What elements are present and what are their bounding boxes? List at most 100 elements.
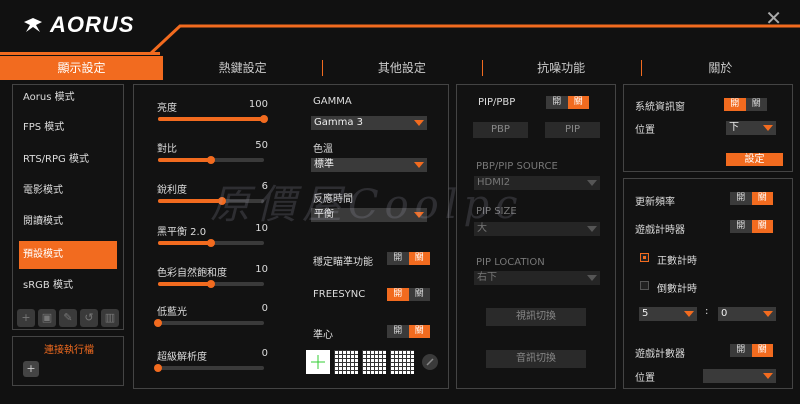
tab-hotkey[interactable]: 熱鍵設定 [163, 56, 322, 80]
pip-button[interactable]: PIP [545, 122, 600, 138]
sidebar-item-srgb[interactable]: sRGB 模式 [19, 275, 117, 297]
color-temp-value: 標準 [314, 159, 334, 170]
slider-track[interactable] [158, 280, 264, 288]
toggle-on[interactable]: 開 [387, 288, 409, 301]
toggle-on[interactable]: 開 [730, 220, 752, 233]
slider-track[interactable] [158, 115, 268, 123]
toggle-off[interactable]: 關 [408, 252, 430, 265]
slider-label: 對比 [157, 144, 177, 155]
slider-track[interactable] [158, 156, 264, 164]
toggle-off[interactable]: 關 [751, 344, 773, 357]
save-icon[interactable]: ▣ [38, 309, 56, 327]
crosshair-edit-icon[interactable] [422, 354, 438, 370]
video-switch-button[interactable]: 視訊切換 [486, 308, 586, 326]
refresh-rate-toggle[interactable]: 開關 [730, 192, 773, 205]
slider-track[interactable] [154, 319, 264, 327]
countup-label: 正數計時 [657, 256, 697, 267]
pip-location-dropdown[interactable]: 右下 [474, 271, 600, 285]
pbp-button[interactable]: PBP [473, 122, 528, 138]
aim-stabilizer-toggle[interactable]: 開關 [387, 252, 430, 265]
timer-seconds-value: 0 [721, 308, 728, 319]
toggle-on[interactable]: 開 [730, 192, 752, 205]
sysinfo-toggle[interactable]: 開關 [724, 98, 767, 111]
crosshair-toggle[interactable]: 開關 [387, 325, 430, 338]
slider-knob[interactable] [154, 364, 162, 372]
slider-fill [158, 241, 211, 245]
game-counter-toggle[interactable]: 開關 [730, 344, 773, 357]
tab-noise[interactable]: 抗噪功能 [481, 56, 641, 80]
slider-knob[interactable] [217, 197, 226, 205]
sysinfo-position-value: 下 [729, 122, 739, 133]
countdown-radio[interactable] [640, 281, 649, 290]
chevron-down-icon [763, 311, 773, 317]
pip-size-value: 大 [477, 223, 487, 234]
crosshair-style-1[interactable] [306, 350, 330, 374]
chevron-down-icon [684, 311, 694, 317]
sidebar-item-rts[interactable]: RTS/RPG 模式 [19, 149, 117, 171]
settings-button[interactable]: 設定 [726, 153, 783, 166]
toggle-off[interactable]: 關 [745, 98, 767, 111]
pip-size-dropdown[interactable]: 大 [474, 222, 600, 236]
timer-minutes-dropdown[interactable]: 5 [639, 307, 697, 321]
crosshair-style-3[interactable] [362, 350, 386, 374]
slider-label: 亮度 [157, 103, 177, 114]
add-mode-icon[interactable]: + [17, 309, 35, 327]
gamma-dropdown[interactable]: Gamma 3 [311, 116, 427, 130]
toggle-on[interactable]: 開 [387, 325, 409, 338]
tab-about[interactable]: 關於 [640, 56, 800, 80]
edit-icon[interactable]: ✎ [59, 309, 77, 327]
sidebar-item-reader[interactable]: 閱讀模式 [19, 211, 117, 233]
toggle-on[interactable]: 開 [387, 252, 409, 265]
crosshair-style-4[interactable] [390, 350, 414, 374]
delete-icon[interactable]: ▥ [101, 309, 119, 327]
toggle-off[interactable]: 關 [408, 288, 430, 301]
pip-source-dropdown[interactable]: HDMI2 [474, 176, 600, 190]
sidebar-item-fps[interactable]: FPS 模式 [19, 117, 117, 139]
sysinfo-position-dropdown[interactable]: 下 [726, 121, 776, 135]
chevron-down-icon [763, 373, 773, 379]
slider-track[interactable] [158, 239, 264, 247]
toggle-off[interactable]: 關 [751, 220, 773, 233]
toggle-on[interactable]: 開 [724, 98, 746, 111]
toggle-on[interactable]: 開 [546, 96, 568, 109]
timer-seconds-dropdown[interactable]: 0 [718, 307, 776, 321]
slider-knob[interactable] [260, 115, 268, 123]
brand-name: AORUS [50, 12, 135, 37]
slider-fill [158, 158, 211, 162]
mode-sidebar: Aorus 模式 FPS 模式 RTS/RPG 模式 電影模式 閱讀模式 預設模… [12, 84, 124, 330]
tab-display[interactable]: 顯示設定 [0, 56, 163, 80]
counter-position-dropdown[interactable] [703, 369, 776, 383]
freesync-toggle[interactable]: 開關 [387, 288, 430, 301]
game-timer-toggle[interactable]: 開關 [730, 220, 773, 233]
sidebar-item-movie[interactable]: 電影模式 [19, 180, 117, 202]
tab-other[interactable]: 其他設定 [322, 56, 481, 80]
sysinfo-position-label: 位置 [635, 125, 655, 136]
toggle-off[interactable]: 關 [567, 96, 589, 109]
pip-size-label: PIP SIZE [476, 206, 517, 217]
sidebar-item-aorus[interactable]: Aorus 模式 [19, 87, 117, 109]
slider-track[interactable] [158, 197, 264, 205]
gamma-label: GAMMA [313, 96, 352, 107]
crosshair-style-2[interactable] [334, 350, 358, 374]
response-time-dropdown[interactable]: 平衡 [311, 208, 427, 222]
slider-knob[interactable] [207, 239, 215, 247]
toggle-off[interactable]: 關 [408, 325, 430, 338]
reset-icon[interactable]: ↺ [80, 309, 98, 327]
slider-track[interactable] [154, 364, 264, 372]
slider-value: 0 [261, 348, 268, 359]
game-counter-label: 遊戲計數器 [635, 349, 685, 360]
toggle-on[interactable]: 開 [730, 344, 752, 357]
sidebar-item-standard[interactable]: 預設模式 [19, 241, 117, 269]
slider-value: 0 [261, 303, 268, 314]
slider-label: 低藍光 [157, 307, 187, 318]
toggle-off[interactable]: 關 [751, 192, 773, 205]
countup-radio[interactable] [640, 253, 649, 262]
color-temp-dropdown[interactable]: 標準 [311, 158, 427, 172]
audio-switch-button[interactable]: 音訊切換 [486, 350, 586, 368]
pip-toggle[interactable]: 開關 [546, 96, 589, 109]
slider-knob[interactable] [207, 280, 215, 288]
tab-label: 熱鍵設定 [218, 61, 267, 75]
slider-knob[interactable] [154, 319, 162, 327]
slider-knob[interactable] [207, 156, 215, 164]
add-exe-icon[interactable]: + [23, 361, 39, 377]
